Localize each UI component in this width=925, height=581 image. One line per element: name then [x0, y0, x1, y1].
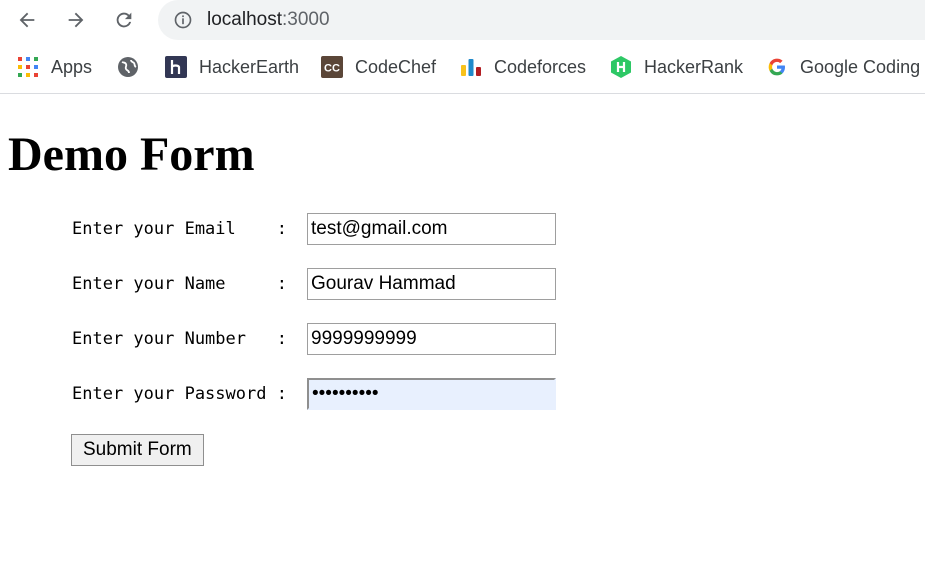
bookmark-codeforces[interactable]: Codeforces [460, 52, 586, 82]
google-icon [766, 56, 788, 78]
url-host: localhost [207, 9, 282, 30]
apps-grid-icon [17, 56, 39, 78]
forward-arrow-icon [68, 12, 84, 28]
number-label: Enter your Number : [72, 329, 287, 349]
bookmark-hackerrank[interactable]: HackerRank [610, 52, 743, 82]
site-info-icon[interactable] [173, 10, 193, 30]
bookmark-label: HackerRank [644, 56, 744, 77]
globe-icon [117, 56, 139, 78]
forward-button[interactable] [60, 4, 92, 36]
password-row: Enter your Password : [72, 378, 556, 410]
email-field[interactable] [307, 213, 556, 245]
submit-form-button[interactable]: Submit Form [71, 434, 204, 466]
page-title: Demo Form [8, 128, 255, 181]
bookmark-apps[interactable]: Apps [17, 52, 92, 82]
back-arrow-icon [19, 12, 35, 28]
password-field[interactable] [307, 378, 556, 410]
number-field[interactable] [307, 323, 556, 355]
svg-text:CC: CC [324, 63, 340, 75]
bookmark-label: HackerEarth [199, 56, 300, 77]
password-label: Enter your Password : [72, 384, 287, 404]
reload-icon [116, 12, 132, 28]
url-text[interactable]: localhost:3000 [207, 9, 330, 31]
bookmark-label: CodeChef [355, 56, 437, 77]
name-label: Enter your Name : [72, 274, 287, 294]
hackerrank-icon [610, 56, 632, 78]
email-label: Enter your Email : [72, 219, 287, 239]
bookmark-hackerearth[interactable]: HackerEarth [165, 52, 299, 82]
bookmark-label: Codeforces [494, 56, 587, 77]
bookmark-label: Google Coding [800, 56, 921, 77]
reload-button[interactable] [108, 4, 140, 36]
bookmark-codechef[interactable]: CC CodeChef [321, 52, 436, 82]
bookmark-google-coding[interactable]: Google Coding [766, 52, 920, 82]
address-bar[interactable]: localhost:3000 [158, 0, 925, 40]
codeforces-icon [460, 56, 482, 78]
bookmark-label: Apps [51, 56, 93, 77]
codechef-icon: CC [321, 56, 343, 78]
bookmarks-bar: Apps HackerEarth CC CodeChef Codeforces … [0, 40, 925, 94]
number-row: Enter your Number : [72, 323, 556, 355]
back-button[interactable] [11, 4, 43, 36]
browser-toolbar: localhost:3000 [0, 0, 925, 40]
email-row: Enter your Email : [72, 213, 556, 245]
url-port: :3000 [282, 9, 330, 30]
name-row: Enter your Name : [72, 268, 556, 300]
name-field[interactable] [307, 268, 556, 300]
bookmark-globe[interactable] [117, 52, 151, 82]
hackerearth-icon [165, 56, 187, 78]
